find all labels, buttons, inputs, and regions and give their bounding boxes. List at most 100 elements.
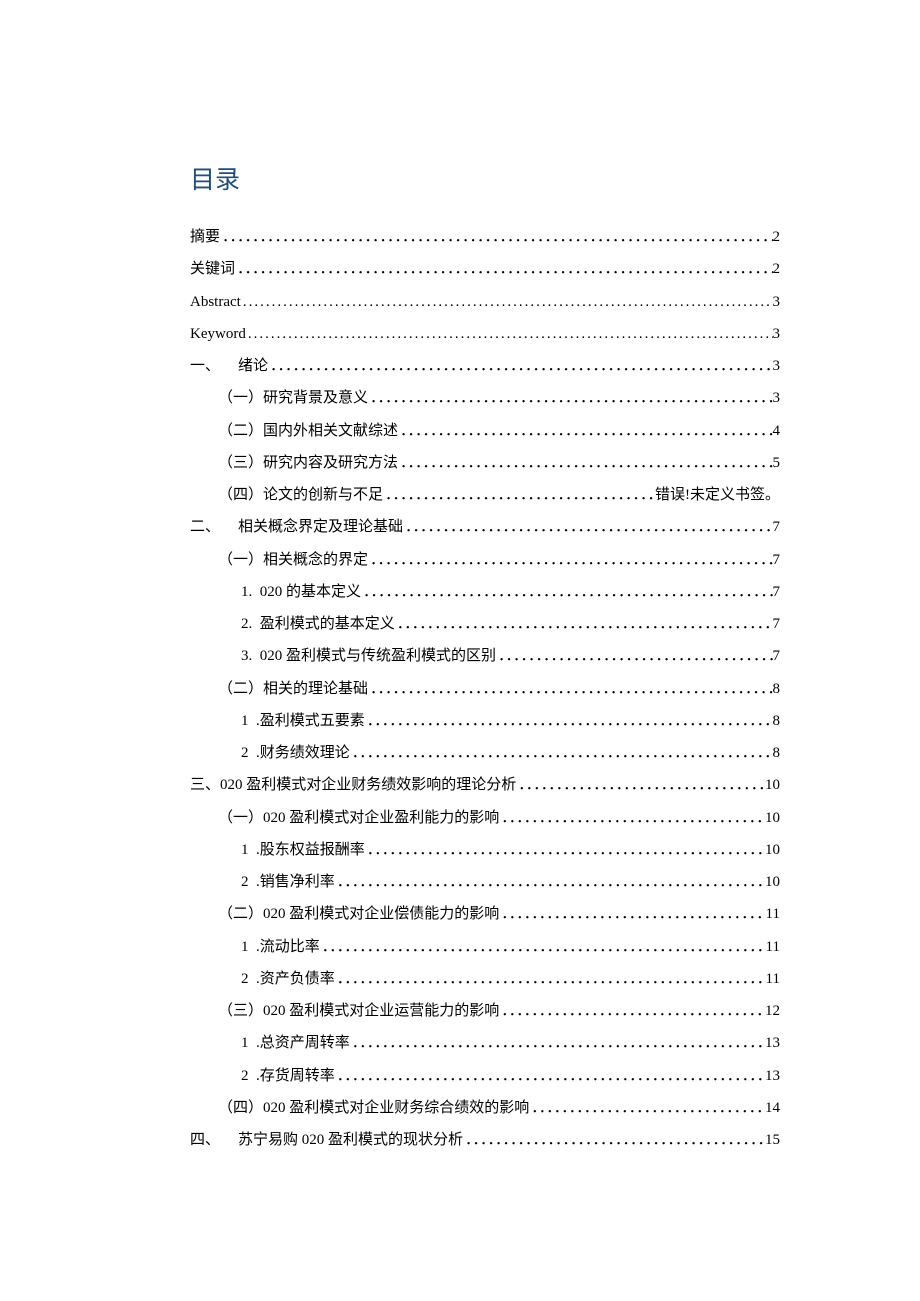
toc-entry-page: 11 — [766, 931, 780, 963]
toc-entry[interactable]: 1. 020 的基本定义．．．．．．．．．．．．．．．．．．．．．．．．．．．．… — [190, 576, 780, 608]
toc-leader-dots: ．．．．．．．．．．．．．．．．．．．．．．．．．．．．．．．．．．．．．．．．… — [368, 382, 772, 414]
toc-leader-dots: ．．．．．．．．．．．．．．．．．．．．．．．．．．．．．．．．．．．．．．．．… — [268, 350, 772, 382]
toc-leader-dots: ........................................… — [246, 318, 773, 350]
toc-entry[interactable]: 2 .财务绩效理论．．．．．．．．．．．．．．．．．．．．．．．．．．．．．．．… — [190, 737, 780, 769]
toc-entry[interactable]: （三）研究内容及研究方法．．．．．．．．．．．．．．．．．．．．．．．．．．．．… — [190, 447, 780, 479]
toc-entry-number: 1 — [241, 1035, 249, 1051]
toc-entry-text: （一）相关概念的界定 — [218, 552, 368, 568]
toc-entry[interactable]: 1 .流动比率．．．．．．．．．．．．．．．．．．．．．．．．．．．．．．．．．… — [190, 931, 780, 963]
toc-leader-dots: ．．．．．．．．．．．．．．．．．．．．．．．．．．．．．．．．．．．．．．．．… — [499, 898, 765, 930]
toc-entry-number: 2 — [241, 971, 249, 987]
toc-entry-number: 3. — [241, 648, 252, 664]
toc-entry-page: 10 — [765, 802, 780, 834]
toc-entry-page: 10 — [765, 769, 780, 801]
toc-entry[interactable]: （二）020 盈利模式对企业偿债能力的影响．．．．．．．．．．．．．．．．．．．… — [190, 898, 780, 930]
toc-entry-text: 020 盈利模式与传统盈利模式的区别 — [260, 648, 496, 664]
toc-entry-label: （四）020 盈利模式对企业财务综合绩效的影响 — [218, 1092, 529, 1124]
toc-entry-label: 2. 盈利模式的基本定义 — [241, 608, 395, 640]
toc-entry-label: 2 .销售净利率 — [241, 866, 335, 898]
toc-entry-label: （二）相关的理论基础 — [218, 673, 368, 705]
toc-entry-number: 2 — [241, 874, 249, 890]
toc-entry-number: 1 — [241, 842, 249, 858]
toc-entry-page: 12 — [765, 995, 780, 1027]
toc-entry-text: （四）论文的创新与不足 — [218, 487, 383, 503]
toc-entry-label: 1 .流动比率 — [241, 931, 320, 963]
toc-entry[interactable]: （四）论文的创新与不足．．．．．．．．．．．．．．．．．．．．．．．．．．．．．… — [190, 479, 780, 511]
toc-entry-label: （三）研究内容及研究方法 — [218, 447, 398, 479]
toc-entry-label: （一）020 盈利模式对企业盈利能力的影响 — [218, 802, 499, 834]
toc-entry-page: 10 — [765, 834, 780, 866]
toc-leader-dots: ．．．．．．．．．．．．．．．．．．．．．．．．．．．．．．．．．．．．．．．．… — [499, 995, 765, 1027]
toc-entry[interactable]: （一）研究背景及意义．．．．．．．．．．．．．．．．．．．．．．．．．．．．．．… — [190, 382, 780, 414]
toc-entry-text: 摘要 — [190, 229, 220, 245]
toc-entry-text: （二）国内外相关文献综述 — [218, 423, 398, 439]
toc-entry-label: 四、苏宁易购 020 盈利模式的现状分析 — [190, 1124, 463, 1156]
toc-entry-label: Abstract — [190, 286, 241, 318]
toc-entry-label: 1 .盈利模式五要素 — [241, 705, 365, 737]
toc-leader-dots: ．．．．．．．．．．．．．．．．．．．．．．．．．．．．．．．．．．．．．．．．… — [368, 544, 772, 576]
toc-leader-dots: ．．．．．．．．．．．．．．．．．．．．．．．．．．．．．．．．．．．．．．．．… — [235, 253, 772, 285]
toc-entry-page: 7 — [773, 511, 781, 543]
toc-entry-label: 1. 020 的基本定义 — [241, 576, 361, 608]
toc-entry[interactable]: （二）相关的理论基础．．．．．．．．．．．．．．．．．．．．．．．．．．．．．．… — [190, 673, 780, 705]
toc-entry-text: （一）研究背景及意义 — [218, 390, 368, 406]
toc-entry[interactable]: Abstract................................… — [190, 286, 780, 318]
toc-entry-text: .销售净利率 — [256, 874, 335, 890]
toc-entry[interactable]: 一、绪论．．．．．．．．．．．．．．．．．．．．．．．．．．．．．．．．．．．．… — [190, 350, 780, 382]
toc-entry[interactable]: 1 .总资产周转率．．．．．．．．．．．．．．．．．．．．．．．．．．．．．．．… — [190, 1027, 780, 1059]
toc-entry[interactable]: 四、苏宁易购 020 盈利模式的现状分析．．．．．．．．．．．．．．．．．．．．… — [190, 1124, 780, 1156]
toc-entry-label: （四）论文的创新与不足 — [218, 479, 383, 511]
toc-leader-dots: ........................................… — [241, 286, 773, 318]
toc-entry[interactable]: 3. 020 盈利模式与传统盈利模式的区别．．．．．．．．．．．．．．．．．．．… — [190, 640, 780, 672]
toc-entry-text: .流动比率 — [256, 939, 320, 955]
toc-entry[interactable]: 三、020 盈利模式对企业财务绩效影响的理论分析．．．．．．．．．．．．．．．．… — [190, 769, 780, 801]
toc-entry-page: 14 — [765, 1092, 780, 1124]
toc-entry-label: 2 .存货周转率 — [241, 1060, 335, 1092]
toc-entry[interactable]: 摘要．．．．．．．．．．．．．．．．．．．．．．．．．．．．．．．．．．．．．．… — [190, 221, 780, 253]
toc-entry-page: 2 — [773, 221, 781, 253]
toc-entry-label: 二、相关概念界定及理论基础 — [190, 511, 403, 543]
toc-entry-number: 1. — [241, 584, 252, 600]
toc-entry-page: 8 — [773, 705, 781, 737]
toc-entry[interactable]: 2 .存货周转率．．．．．．．．．．．．．．．．．．．．．．．．．．．．．．．．… — [190, 1060, 780, 1092]
toc-entry-page: 7 — [773, 544, 781, 576]
toc-entry-text: .盈利模式五要素 — [256, 713, 365, 729]
toc-entry[interactable]: 关键词．．．．．．．．．．．．．．．．．．．．．．．．．．．．．．．．．．．．．… — [190, 253, 780, 285]
toc-leader-dots: ．．．．．．．．．．．．．．．．．．．．．．．．．．．．．．．．．．．．．．．．… — [383, 479, 655, 511]
toc-entry[interactable]: 1 .盈利模式五要素．．．．．．．．．．．．．．．．．．．．．．．．．．．．．．… — [190, 705, 780, 737]
toc-entry[interactable]: 2 .销售净利率．．．．．．．．．．．．．．．．．．．．．．．．．．．．．．．．… — [190, 866, 780, 898]
toc-leader-dots: ．．．．．．．．．．．．．．．．．．．．．．．．．．．．．．．．．．．．．．．．… — [499, 802, 765, 834]
toc-entry[interactable]: （一）相关概念的界定．．．．．．．．．．．．．．．．．．．．．．．．．．．．．．… — [190, 544, 780, 576]
toc-entry-page: 7 — [773, 576, 781, 608]
toc-entry[interactable]: Keyword.................................… — [190, 318, 780, 350]
toc-leader-dots: ．．．．．．．．．．．．．．．．．．．．．．．．．．．．．．．．．．．．．．．．… — [335, 963, 766, 995]
toc-entry-text: 盈利模式的基本定义 — [260, 616, 395, 632]
toc-entry[interactable]: 2 .资产负债率．．．．．．．．．．．．．．．．．．．．．．．．．．．．．．．．… — [190, 963, 780, 995]
toc-entry-page: 7 — [773, 640, 781, 672]
toc-entry-label: （三）020 盈利模式对企业运营能力的影响 — [218, 995, 499, 1027]
toc-entry-label: 2 .资产负债率 — [241, 963, 335, 995]
toc-entry[interactable]: 2. 盈利模式的基本定义．．．．．．．．．．．．．．．．．．．．．．．．．．．．… — [190, 608, 780, 640]
toc-entry-label: 2 .财务绩效理论 — [241, 737, 350, 769]
toc-entry-label: 一、绪论 — [190, 350, 268, 382]
toc-entry[interactable]: （三）020 盈利模式对企业运营能力的影响．．．．．．．．．．．．．．．．．．．… — [190, 995, 780, 1027]
toc-leader-dots: ．．．．．．．．．．．．．．．．．．．．．．．．．．．．．．．．．．．．．．．．… — [398, 447, 772, 479]
toc-leader-dots: ．．．．．．．．．．．．．．．．．．．．．．．．．．．．．．．．．．．．．．．．… — [220, 221, 772, 253]
toc-entry-text: Abstract — [190, 294, 241, 310]
toc-entry-text: .总资产周转率 — [256, 1035, 350, 1051]
toc-entry-label: （一）研究背景及意义 — [218, 382, 368, 414]
toc-entry[interactable]: 二、相关概念界定及理论基础．．．．．．．．．．．．．．．．．．．．．．．．．．．… — [190, 511, 780, 543]
toc-entry-text: （三）研究内容及研究方法 — [218, 455, 398, 471]
toc-entry-number: 2. — [241, 616, 252, 632]
toc-entry[interactable]: （四）020 盈利模式对企业财务综合绩效的影响．．．．．．．．．．．．．．．．．… — [190, 1092, 780, 1124]
toc-leader-dots: ．．．．．．．．．．．．．．．．．．．．．．．．．．．．．．．．．．．．．．．．… — [395, 608, 773, 640]
toc-entry[interactable]: （一）020 盈利模式对企业盈利能力的影响．．．．．．．．．．．．．．．．．．．… — [190, 802, 780, 834]
toc-leader-dots: ．．．．．．．．．．．．．．．．．．．．．．．．．．．．．．．．．．．．．．．．… — [365, 705, 773, 737]
toc-entry-page: 3 — [773, 350, 781, 382]
toc-entry-text: .存货周转率 — [256, 1068, 335, 1084]
toc-entry-number: 1 — [241, 939, 249, 955]
toc-entry[interactable]: 1 .股东权益报酬率．．．．．．．．．．．．．．．．．．．．．．．．．．．．．．… — [190, 834, 780, 866]
toc-entry[interactable]: （二）国内外相关文献综述．．．．．．．．．．．．．．．．．．．．．．．．．．．．… — [190, 415, 780, 447]
toc-entry-text: （二）相关的理论基础 — [218, 681, 368, 697]
toc-entry-page: 2 — [773, 253, 781, 285]
